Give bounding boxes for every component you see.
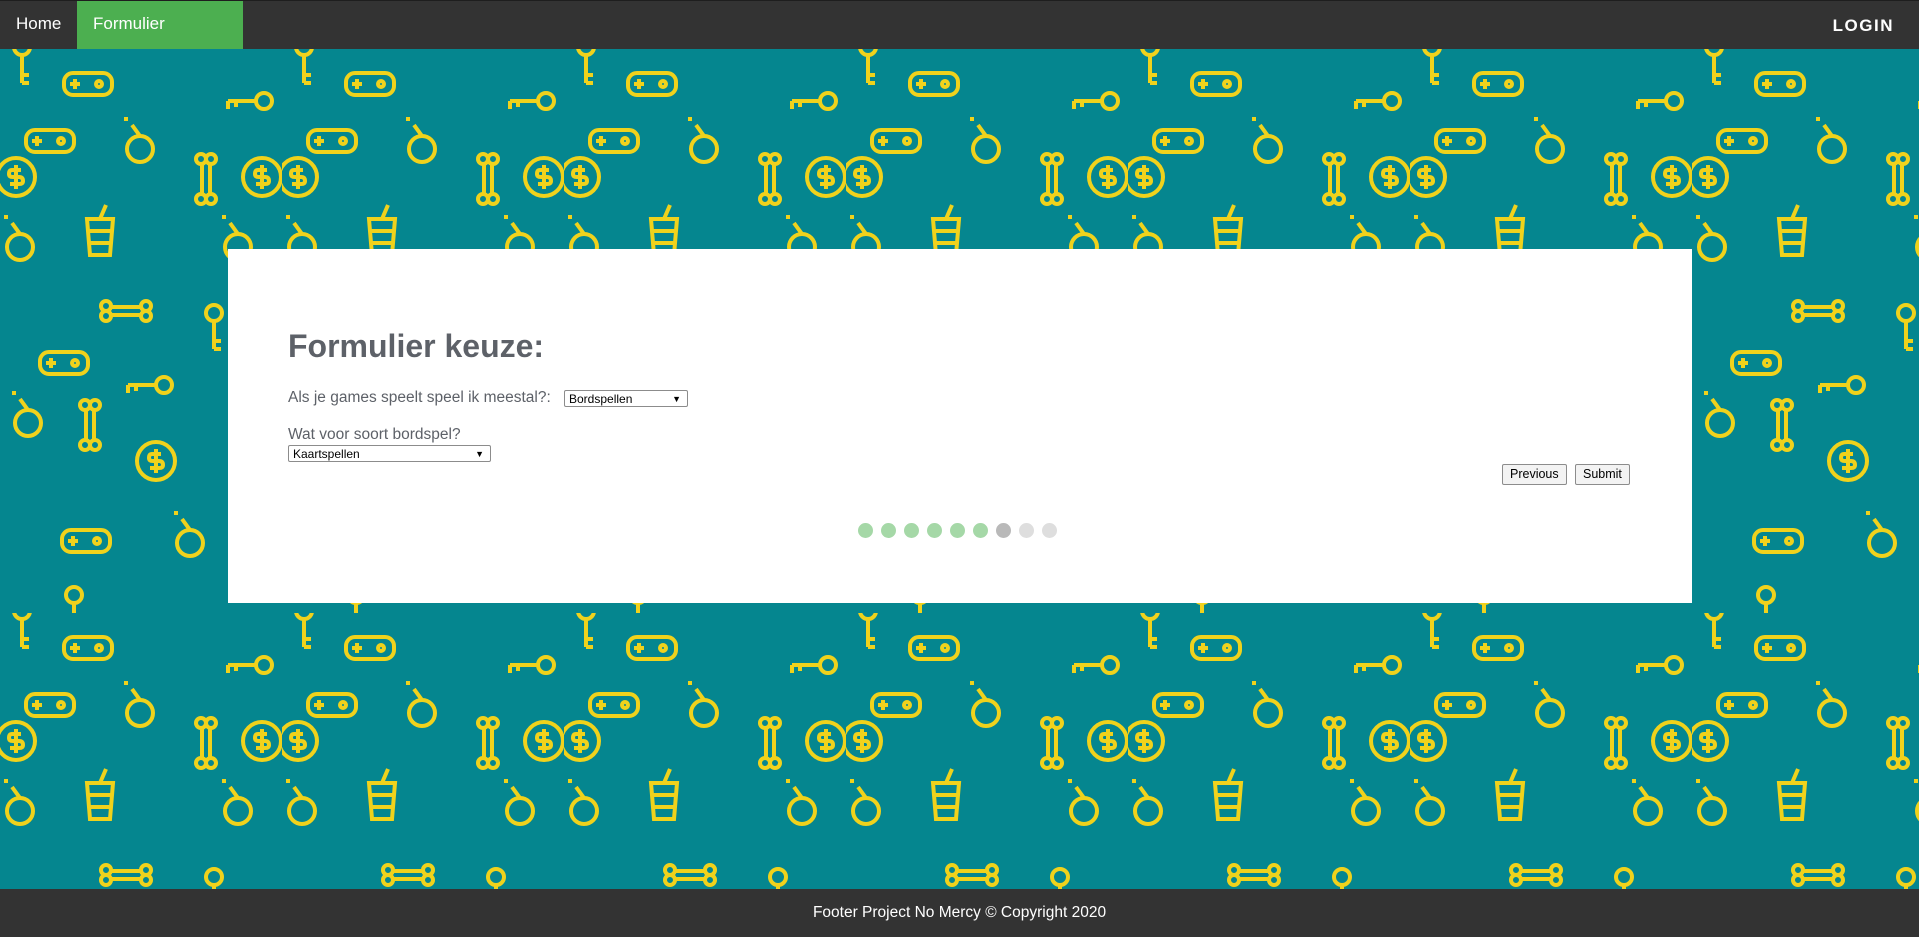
step-dot	[996, 523, 1011, 538]
login-link[interactable]: LOGIN	[1833, 16, 1894, 36]
top-navbar: Home Formulier invullen LOGIN	[0, 0, 1919, 79]
nav-form-link[interactable]: Formulier invullen	[77, 1, 243, 79]
step-dot	[881, 523, 896, 538]
step-dot	[973, 523, 988, 538]
question1-label: Als je games speelt speel ik meestal?:	[288, 389, 551, 406]
step-dot	[927, 523, 942, 538]
game-type-select[interactable]: Bordspellen ▼	[564, 390, 688, 407]
step-dot	[950, 523, 965, 538]
form-card: Formulier keuze: Als je games speelt spe…	[228, 249, 1692, 603]
question2-label: Wat voor soort bordspel?	[288, 426, 461, 443]
nav-home-link[interactable]: Home	[0, 1, 77, 49]
submit-button[interactable]: Submit	[1575, 464, 1630, 485]
step-indicator	[858, 523, 1057, 538]
step-dot	[1042, 523, 1057, 538]
previous-button[interactable]: Previous	[1502, 464, 1567, 485]
boardgame-type-select-value: Kaartspellen	[293, 447, 360, 461]
step-dot	[904, 523, 919, 538]
boardgame-type-select[interactable]: Kaartspellen ▼	[288, 445, 491, 462]
step-dot	[1019, 523, 1034, 538]
dropdown-arrow-icon: ▼	[672, 394, 681, 404]
form-title: Formulier keuze:	[288, 328, 545, 364]
step-dot	[858, 523, 873, 538]
footer: Footer Project No Mercy © Copyright 2020	[0, 889, 1919, 937]
game-type-select-value: Bordspellen	[569, 392, 633, 406]
footer-text: Footer Project No Mercy © Copyright 2020	[812, 904, 1107, 921]
dropdown-arrow-icon: ▼	[475, 449, 484, 459]
